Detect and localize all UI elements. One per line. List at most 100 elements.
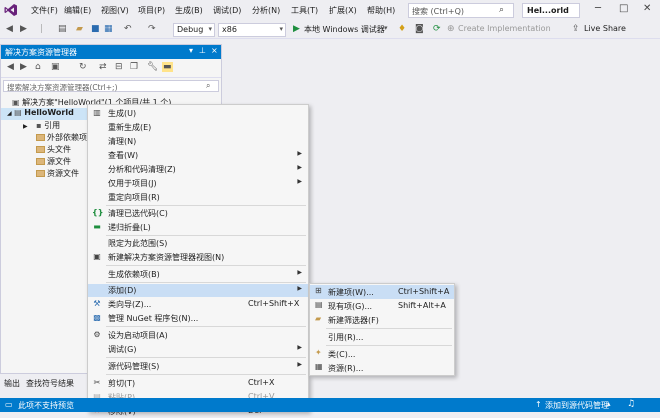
menu-extensions[interactable]: 扩展(X) <box>329 5 357 16</box>
menu-item-collapse[interactable]: ▬ 递归折叠(L) <box>88 221 308 234</box>
history-icon[interactable]: ↻ <box>79 62 87 72</box>
menu-item-build-deps[interactable]: 生成依赖项(B) ▶ <box>88 268 308 281</box>
menu-item-cut[interactable]: ✂ 剪切(T) Ctrl+X <box>88 377 308 390</box>
menu-item-debug[interactable]: 调试(G) ▶ <box>88 343 308 356</box>
submenu-item-existing-item[interactable]: ▤ 现有项(G)... Shift+Alt+A <box>310 299 454 313</box>
camera-icon[interactable]: ◙ <box>415 24 424 34</box>
switch-views-icon[interactable]: ▣ <box>51 62 60 72</box>
pin-icon[interactable]: ⊥ <box>199 46 206 55</box>
show-all-files-icon[interactable]: ❐ <box>130 62 138 72</box>
menu-item-nuget[interactable]: ▩ 管理 NuGet 程序包(N)... <box>88 312 308 325</box>
close-icon[interactable]: × <box>211 46 218 55</box>
chevron-right-icon: ▶ <box>297 150 302 157</box>
back-icon[interactable]: ◀ <box>7 62 14 72</box>
menu-item-add[interactable]: 添加(D) ▶ <box>88 284 308 297</box>
context-menu: ▥ 生成(U) 重新生成(E) 清理(N) 查看(W) ▶ 分析和代码清理(Z) ▶ … <box>87 104 309 416</box>
menu-build[interactable]: 生成(B) <box>175 5 203 16</box>
menu-analyze[interactable]: 分析(N) <box>252 5 280 16</box>
menu-item-view[interactable]: 查看(W) ▶ <box>88 149 308 162</box>
new-project-icon[interactable]: ▤ <box>58 24 67 34</box>
menu-item-new-view[interactable]: ▣ 新建解决方案资源管理器视图(N) <box>88 251 308 264</box>
dropdown-icon[interactable]: ▾ <box>189 46 193 55</box>
notifications-icon[interactable]: ♫ <box>627 399 635 409</box>
menu-item-class-wizard[interactable]: ⚒ 类向导(Z)... Ctrl+Shift+X <box>88 298 308 311</box>
menu-tools[interactable]: 工具(T) <box>291 5 318 16</box>
menu-item-rebuild[interactable]: 重新生成(E) <box>88 121 308 134</box>
menu-item-clean[interactable]: 清理(N) <box>88 135 308 148</box>
preview-icon[interactable]: ▬ <box>162 62 173 72</box>
menu-file[interactable]: 文件(F) <box>31 5 58 16</box>
solution-name: Hel...orld <box>522 3 580 18</box>
properties-icon[interactable]: 🔧︎ <box>147 62 158 72</box>
menu-help[interactable]: 帮助(H) <box>367 5 395 16</box>
menu-item-analyze[interactable]: 分析和代码清理(Z) ▶ <box>88 163 308 176</box>
folder-icon <box>36 146 45 153</box>
menu-item-source-control[interactable]: 源代码管理(S) ▶ <box>88 360 308 373</box>
configuration-dropdown[interactable]: Debug ▾ <box>173 23 215 37</box>
maximize-icon[interactable]: □ <box>619 3 628 14</box>
submenu-item-new-filter[interactable]: ▰ 新建筛选器(F) <box>310 313 454 327</box>
tree-item[interactable]: 头文件 <box>1 144 71 156</box>
live-share-button[interactable]: Live Share <box>584 24 626 33</box>
cut-icon: ✂ <box>93 378 101 387</box>
menu-edit[interactable]: 编辑(E) <box>64 5 91 16</box>
create-implementation-button[interactable]: Create Implementation <box>458 24 551 33</box>
submenu-item-class[interactable]: ✦ 类(C)... <box>310 347 454 361</box>
close-icon[interactable]: ✕ <box>643 3 651 14</box>
wizard-icon: ⚒ <box>93 299 101 308</box>
start-debug-button[interactable]: 本地 Windows 调试器 <box>304 24 385 35</box>
menu-item-cleanup-code[interactable]: {} 清理已选代码(C) <box>88 207 308 220</box>
menu-view[interactable]: 视图(V) <box>101 5 129 16</box>
collapse-all-icon[interactable]: ⊟ <box>115 62 123 72</box>
status-text: 此项不支持预览 <box>18 401 74 410</box>
submenu-item-new-item[interactable]: ⊞ 新建项(W)... Ctrl+Shift+A <box>310 285 454 299</box>
sync-icon[interactable]: ⇄ <box>99 62 107 72</box>
folder-icon <box>36 158 45 165</box>
divider <box>106 265 306 266</box>
minimize-icon[interactable]: ─ <box>595 3 601 14</box>
home-icon[interactable]: ⌂ <box>35 62 41 72</box>
project-icon: ▤ <box>14 108 22 117</box>
menu-item-build[interactable]: ▥ 生成(U) <box>88 107 308 120</box>
start-debug-icon[interactable]: ▶ <box>293 24 300 34</box>
redo-icon[interactable]: ↷ <box>148 24 156 34</box>
tree-item[interactable]: 外部依赖项 <box>1 132 87 144</box>
tab-find-symbol-results[interactable]: 查找符号结果 <box>26 378 74 389</box>
solution-icon: ▣ <box>12 98 20 107</box>
undo-icon[interactable]: ↶ <box>124 24 132 34</box>
create-implementation-icon: ⊕ <box>447 24 455 34</box>
add-to-source-control-button[interactable]: 添加到源代码管理 <box>545 400 609 411</box>
project-node[interactable]: ◢ ▤ HelloWorld <box>1 108 87 120</box>
live-share-icon[interactable]: ⇪ <box>572 24 580 34</box>
tab-output[interactable]: 输出 <box>4 378 20 389</box>
save-all-icon[interactable]: ▦ <box>104 24 113 34</box>
project-label: HelloWorld <box>24 108 74 117</box>
open-folder-icon[interactable]: ▰ <box>76 24 83 34</box>
back-icon[interactable]: ◀ <box>6 24 13 34</box>
divider <box>106 205 306 206</box>
chevron-down-icon[interactable]: ▾ <box>384 24 388 32</box>
gear-icon: ⚙ <box>93 330 101 339</box>
chevron-right-icon: ▶ <box>23 123 28 130</box>
solution-search-input[interactable]: 搜索解决方案资源管理器(Ctrl+;) <box>3 80 219 92</box>
submenu-item-resource[interactable]: ▦ 资源(R)... <box>310 361 454 375</box>
braces-icon: {} <box>92 208 104 217</box>
refresh-icon[interactable]: ⟳ <box>433 24 441 34</box>
tree-item[interactable]: 源文件 <box>1 156 71 168</box>
platform-dropdown[interactable]: x86 ▾ <box>218 23 286 37</box>
submenu-item-reference[interactable]: 引用(R)... <box>310 330 454 344</box>
forward-icon[interactable]: ▶ <box>20 24 27 34</box>
diagnostic-icon[interactable]: ♦ <box>398 24 406 34</box>
menu-item-retarget[interactable]: 重定向项目(R) <box>88 191 308 204</box>
forward-icon[interactable]: ▶ <box>20 62 27 72</box>
tree-item-label: 外部依赖项 <box>47 133 87 142</box>
menu-item-scope[interactable]: 限定为此范围(S) <box>88 237 308 250</box>
menu-debug[interactable]: 调试(D) <box>213 5 241 16</box>
tree-item[interactable]: 资源文件 <box>1 168 79 180</box>
save-icon[interactable]: ■ <box>91 24 100 34</box>
menu-item-set-startup[interactable]: ⚙ 设为启动项目(A) <box>88 329 308 342</box>
tree-item[interactable]: ▶ ▪ 引用 <box>1 120 60 132</box>
tree-item-label: 资源文件 <box>47 169 79 178</box>
menu-item-project-only[interactable]: 仅用于项目(J) ▶ <box>88 177 308 190</box>
menu-project[interactable]: 项目(P) <box>138 5 165 16</box>
